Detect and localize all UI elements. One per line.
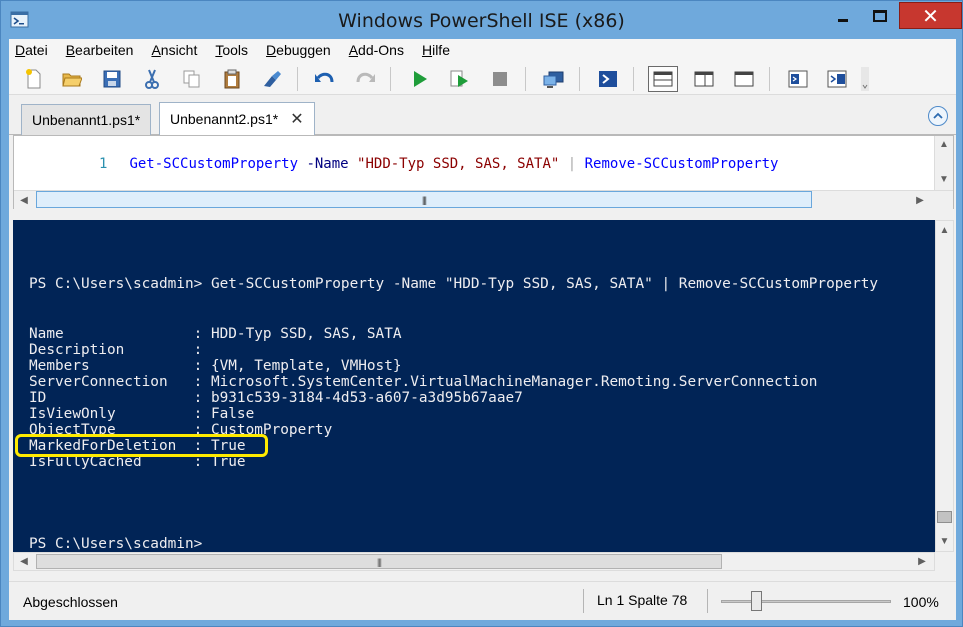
toolbar-overflow-icon[interactable] [859, 67, 871, 91]
status-bar: Abgeschlossen Ln 1 Spalte 78 100% [9, 581, 956, 620]
tab-unbenannt2[interactable]: Unbenannt2.ps1* ✕ [159, 102, 315, 135]
scroll-thumb[interactable]: ||| [36, 191, 812, 208]
layout-top-icon[interactable] [648, 66, 678, 92]
zoom-level: 100% [903, 594, 939, 610]
script-editor[interactable]: 1 Get-SCCustomProperty -Name "HDD-Typ SSD… [13, 135, 954, 209]
copy-icon[interactable] [179, 67, 205, 91]
maximize-button[interactable] [863, 2, 897, 29]
status-text: Abgeschlossen [23, 594, 118, 610]
scroll-up-icon[interactable]: ▲ [936, 222, 953, 239]
menu-bar: Datei Bearbeiten Ansicht Tools Debuggen … [9, 39, 956, 61]
minimize-icon [838, 19, 848, 22]
client-area: Datei Bearbeiten Ansicht Tools Debuggen … [9, 39, 956, 620]
status-separator [583, 589, 584, 613]
commands-icon[interactable] [785, 67, 811, 91]
console-icon[interactable] [595, 67, 621, 91]
console-output-line: ServerConnection : Microsoft.SystemCente… [29, 374, 818, 390]
code-token-parameter: -Name [298, 156, 358, 172]
code-line: 1 Get-SCCustomProperty -Name "HDD-Typ SSD… [14, 140, 779, 172]
console-output-line: IsViewOnly : False [29, 406, 255, 422]
console-output-line: Name : HDD-Typ SSD, SAS, SATA [29, 326, 402, 342]
script-tab-strip: Unbenannt1.ps1* Unbenannt2.ps1* ✕ [9, 97, 956, 135]
toolbar-separator [297, 67, 298, 91]
menu-datei[interactable]: Datei [15, 42, 48, 58]
undo-icon[interactable] [312, 67, 338, 91]
console-prompt: PS C:\Users\scadmin> [29, 536, 203, 552]
collapse-script-pane-icon[interactable] [928, 106, 948, 126]
close-icon: ✕ [922, 3, 939, 28]
scroll-left-icon[interactable]: ◀ [16, 192, 32, 209]
maximize-icon [873, 9, 887, 22]
open-icon[interactable] [59, 67, 85, 91]
zoom-slider[interactable] [721, 600, 891, 603]
menu-add-ons[interactable]: Add-Ons [349, 42, 404, 58]
editor-vertical-scrollbar[interactable]: ▲ ▼ [934, 136, 953, 190]
console-output-line: ID : b931c539-3184-4d53-a607-a3d95b67aae… [29, 390, 523, 406]
toolbar-separator [525, 67, 526, 91]
line-number: 1 [99, 156, 108, 172]
scroll-down-icon[interactable]: ▼ [935, 171, 953, 188]
code-token-pipe: | [559, 156, 585, 172]
editor-horizontal-scrollbar[interactable]: ◀ ||| ▶ [14, 190, 953, 209]
title-bar: Windows PowerShell ISE (x86) ✕ [1, 1, 962, 39]
toolbar-separator [633, 67, 634, 91]
menu-ansicht[interactable]: Ansicht [151, 42, 197, 58]
zoom-slider-thumb[interactable] [751, 591, 762, 611]
scroll-up-icon[interactable]: ▲ [935, 136, 953, 153]
close-button[interactable]: ✕ [899, 2, 962, 29]
status-separator [707, 589, 708, 613]
scroll-thumb[interactable] [937, 511, 952, 523]
remote-icon[interactable] [541, 67, 567, 91]
redo-icon[interactable] [352, 67, 378, 91]
new-icon[interactable] [21, 67, 47, 91]
tab-label: Unbenannt1.ps1* [32, 112, 141, 128]
save-icon[interactable] [99, 67, 125, 91]
console-horizontal-scrollbar[interactable]: ◀ ||| ▶ [13, 552, 935, 571]
toolbar-separator [390, 67, 391, 91]
code-token-cmdlet: Get-SCCustomProperty [129, 156, 299, 172]
layout-max-icon[interactable] [731, 67, 757, 91]
console-pane[interactable]: PS C:\Users\scadmin> Get-SCCustomPropert… [13, 220, 935, 552]
toolbar [9, 61, 956, 95]
highlight-annotation [15, 434, 268, 457]
console-output-line: Description : [29, 342, 203, 358]
clear-icon[interactable] [259, 67, 285, 91]
window-title: Windows PowerShell ISE (x86) [338, 10, 625, 32]
scroll-left-icon[interactable]: ◀ [16, 553, 32, 570]
minimize-button[interactable] [827, 2, 859, 29]
stop-icon[interactable] [487, 67, 513, 91]
console-output-line: Members : {VM, Template, VMHost} [29, 358, 402, 374]
tab-close-icon[interactable]: ✕ [290, 109, 303, 129]
menu-tools[interactable]: Tools [215, 42, 248, 58]
console-vertical-scrollbar[interactable]: ▲ ▼ [935, 220, 954, 552]
toolbar-separator [579, 67, 580, 91]
cursor-position: Ln 1 Spalte 78 [597, 592, 688, 608]
scroll-down-icon[interactable]: ▼ [936, 533, 953, 550]
menu-hilfe[interactable]: Hilfe [422, 42, 450, 58]
tab-unbenannt1[interactable]: Unbenannt1.ps1* [21, 104, 152, 135]
code-token-cmdlet: Remove-SCCustomProperty [584, 156, 779, 172]
console-command: PS C:\Users\scadmin> Get-SCCustomPropert… [29, 276, 879, 292]
code-token-string: "HDD-Typ SSD, SAS, SATA" [357, 156, 560, 172]
menu-debuggen[interactable]: Debuggen [266, 42, 331, 58]
run-selection-icon[interactable] [447, 67, 473, 91]
layout-right-icon[interactable] [691, 67, 717, 91]
scroll-right-icon[interactable]: ▶ [912, 192, 928, 209]
run-icon[interactable] [407, 67, 433, 91]
scroll-thumb[interactable]: ||| [36, 554, 722, 569]
paste-icon[interactable] [219, 67, 245, 91]
menu-bearbeiten[interactable]: Bearbeiten [66, 42, 134, 58]
scroll-right-icon[interactable]: ▶ [914, 553, 930, 570]
tab-label: Unbenannt2.ps1* [170, 111, 279, 127]
ise-window: Windows PowerShell ISE (x86) ✕ Datei Bea… [0, 0, 963, 627]
cut-icon[interactable] [139, 67, 165, 91]
addon-icon[interactable] [825, 67, 851, 91]
toolbar-separator [769, 67, 770, 91]
